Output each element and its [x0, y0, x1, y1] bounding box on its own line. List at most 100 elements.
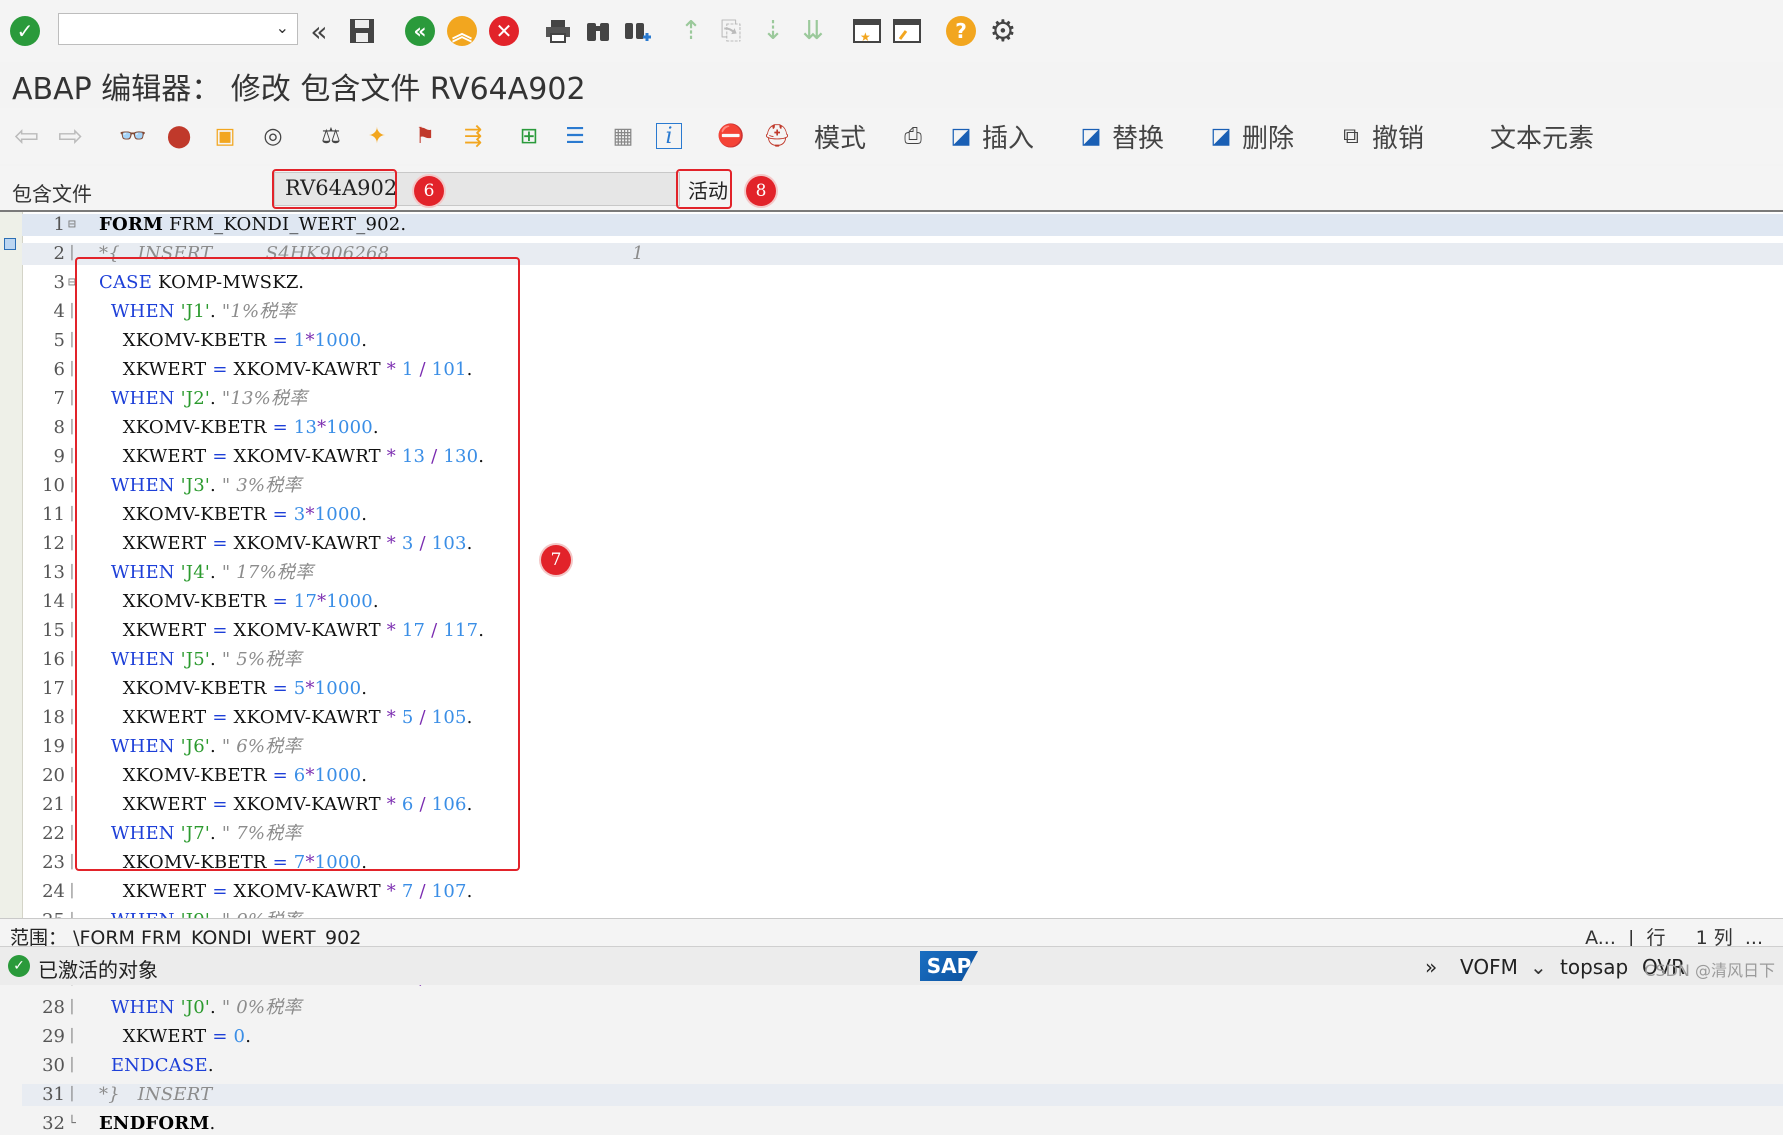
forward-arrow-icon[interactable]: ⇨	[58, 118, 83, 154]
code-line[interactable]: 24 │ XKWERT = XKOMV-KAWRT * 7 / 107.	[22, 881, 1783, 903]
range-bar: 范围： \FORM FRM_KONDI_WERT_902 A... | 行 1 …	[0, 918, 1783, 949]
test-icon[interactable]: ⚑	[410, 118, 440, 154]
previous-page-icon[interactable]: ⎘	[714, 14, 748, 48]
back-icon[interactable]: «	[403, 14, 437, 48]
code-line[interactable]: 31 │ *} INSERT	[22, 1084, 1783, 1106]
insert-button[interactable]: ◪ 插入	[946, 118, 1034, 154]
next-page-icon[interactable]: ⇣	[756, 14, 790, 48]
first-page-icon[interactable]: ⇡	[674, 14, 708, 48]
activate-icon[interactable]: ✦	[362, 118, 392, 154]
pattern-button[interactable]: 模式	[808, 118, 866, 154]
fold-marker-icon[interactable]: │	[68, 1084, 98, 1106]
chevron-down-icon[interactable]: ⌄	[1530, 955, 1547, 979]
line-number: 32	[42, 1113, 65, 1134]
where-used-list-icon[interactable]: ⇶	[458, 118, 488, 154]
external-breakpoint-icon[interactable]: ⛑	[762, 118, 792, 154]
command-field[interactable]: ⌄	[58, 13, 298, 45]
table-icon[interactable]: ▦	[608, 118, 638, 154]
code-text: XKWERT = 0.	[122, 1026, 252, 1047]
code-text: FORM FRM_KONDI_WERT_902.	[99, 214, 407, 235]
check-icon[interactable]: ⚖	[316, 118, 346, 154]
fold-marker-icon[interactable]: └	[68, 1113, 98, 1135]
line-number: 20	[42, 765, 65, 786]
code-line[interactable]: 30 │ ENDCASE.	[22, 1055, 1783, 1077]
replace-label: 替换	[1112, 123, 1165, 154]
text-elements-label: 文本元素	[1490, 123, 1595, 154]
undo-button[interactable]: ⧉ 撤销	[1336, 118, 1424, 154]
insert-icon: ◪	[950, 123, 972, 149]
display-change-icon[interactable]: 👓	[118, 118, 148, 154]
last-page-icon[interactable]: ⇊	[796, 14, 830, 48]
status-overflow[interactable]: »	[1425, 955, 1437, 979]
line-number: 15	[42, 620, 65, 641]
cancel-icon[interactable]: ✕	[487, 14, 521, 48]
pretty-printer-icon[interactable]: ⎙	[898, 118, 928, 154]
delete-button[interactable]: ◪ 删除	[1206, 118, 1294, 154]
back-arrow-icon[interactable]: ⇦	[14, 118, 39, 154]
save-icon[interactable]	[345, 14, 379, 48]
breakpoint-icon[interactable]: ⛔	[716, 118, 746, 154]
info-icon[interactable]: i	[656, 118, 682, 154]
enter-icon[interactable]: ✓	[8, 14, 42, 48]
shortcut-icon[interactable]	[890, 14, 924, 48]
line-number: 3	[53, 272, 65, 293]
code-line[interactable]: 29 │ XKWERT = 0.	[22, 1026, 1783, 1048]
line-number: 22	[42, 823, 65, 844]
line-number: 14	[42, 591, 65, 612]
object-list-icon[interactable]: ⊞	[514, 118, 544, 154]
code-text: ENDFORM.	[99, 1113, 216, 1134]
line-number: 16	[42, 649, 65, 670]
svg-text:★: ★	[860, 30, 871, 44]
system-name: topsap	[1560, 955, 1629, 979]
delete-label: 删除	[1242, 123, 1295, 154]
line-number: 1	[53, 214, 65, 235]
application-toolbar: ⇦ ⇨ 👓 ⬤ ▣ ◎ ⚖ ✦ ⚑ ⇶ ⊞ ☰ ▦ i ⛔ ⛑ 模式 ⎙ ◪ 插入…	[0, 108, 1783, 164]
replace-button[interactable]: ◪ 替换	[1076, 118, 1164, 154]
annotation-marker-8: 8	[746, 176, 776, 206]
include-row: 包含文件 RV64A902 活动	[0, 166, 1783, 212]
code-text: XKWERT = XKOMV-KAWRT * 7 / 107.	[122, 881, 473, 902]
insert-label: 插入	[982, 123, 1035, 154]
transaction-code[interactable]: VOFM	[1460, 955, 1518, 979]
line-number: 6	[53, 359, 65, 380]
line-number: 11	[42, 504, 65, 525]
back-all-icon[interactable]: «	[302, 14, 336, 48]
code-line[interactable]: 32 └ ENDFORM.	[22, 1113, 1783, 1135]
line-number: 29	[42, 1026, 65, 1047]
fold-marker-icon[interactable]: │	[68, 1055, 98, 1077]
line-number: 9	[53, 446, 65, 467]
fold-marker-icon[interactable]: │	[68, 881, 98, 903]
active-inactive-icon[interactable]: ▣	[210, 118, 240, 154]
page-title: ABAP 编辑器： 修改 包含文件 RV64A902	[12, 72, 586, 107]
include-label: 包含文件	[12, 182, 92, 206]
find-icon[interactable]	[581, 14, 615, 48]
fold-marker-icon[interactable]: │	[68, 1026, 98, 1048]
delete-icon: ◪	[1210, 123, 1232, 149]
where-used-icon[interactable]: ◎	[258, 118, 288, 154]
find-next-icon[interactable]	[620, 14, 654, 48]
code-line[interactable]: 1 ⊟ FORM FRM_KONDI_WERT_902.	[22, 214, 1783, 236]
fold-marker-icon[interactable]: │	[68, 997, 98, 1019]
line-number: 2	[53, 243, 65, 264]
success-icon: ✓	[8, 955, 30, 977]
line-number: 30	[42, 1055, 65, 1076]
code-text: *} INSERT	[99, 1084, 213, 1105]
line-number: 17	[42, 678, 65, 699]
navigation-window-icon[interactable]: ☰	[560, 118, 590, 154]
exit-icon[interactable]: ︽	[445, 14, 479, 48]
new-session-icon[interactable]: ★	[850, 14, 884, 48]
other-object-icon[interactable]: ⬤	[164, 118, 194, 154]
line-number: 8	[53, 417, 65, 438]
fold-marker-icon[interactable]: ⊟	[68, 214, 98, 236]
code-text: ENDCASE.	[110, 1055, 214, 1076]
text-elements-button[interactable]: 文本元素	[1484, 118, 1594, 154]
line-number: 5	[53, 330, 65, 351]
help-icon[interactable]: ?	[944, 14, 978, 48]
settings-icon[interactable]: ⚙	[986, 14, 1020, 49]
chevron-down-icon[interactable]: ⌄	[276, 18, 289, 37]
line-number: 12	[42, 533, 65, 554]
annotation-marker-7: 7	[541, 545, 571, 575]
code-line[interactable]: 28 │ WHEN 'J0'. " 0%税率	[22, 997, 1783, 1019]
print-icon[interactable]	[541, 14, 575, 48]
line-number: 24	[42, 881, 65, 902]
